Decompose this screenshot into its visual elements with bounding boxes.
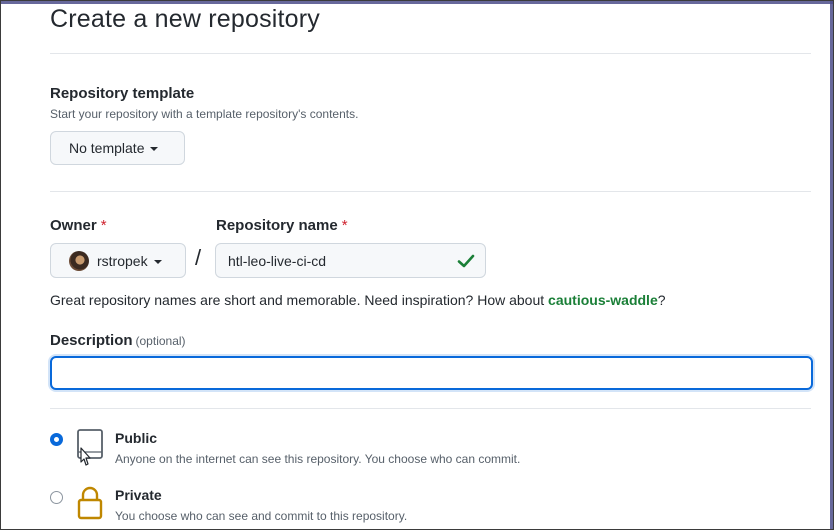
owner-label: Owner * — [50, 217, 107, 234]
template-label: Repository template — [50, 85, 195, 102]
visibility-private-description: You choose who can see and commit to thi… — [115, 509, 408, 523]
divider-description — [50, 408, 811, 409]
repo-name-suggestion-link[interactable]: cautious-waddle — [548, 292, 658, 308]
template-description: Start your repository with a template re… — [50, 107, 359, 121]
repo-icon — [77, 429, 103, 466]
repo-name-hint-suffix: ? — [657, 292, 666, 308]
visibility-public-radio[interactable] — [50, 433, 63, 446]
repo-name-label: Repository name * — [216, 217, 348, 234]
description-label-text: Description — [50, 332, 133, 349]
owner-repo-separator: / — [195, 245, 202, 270]
owner-required-mark: * — [100, 217, 107, 234]
visibility-private-title: Private — [115, 487, 162, 503]
chevron-down-icon — [150, 147, 159, 151]
repo-name-required-mark: * — [341, 217, 348, 234]
window-right-border — [830, 1, 833, 529]
chevron-down-icon — [153, 259, 162, 264]
visibility-private-radio[interactable] — [50, 491, 63, 504]
repo-name-label-text: Repository name — [216, 217, 338, 234]
visibility-public-description: Anyone on the internet can see this repo… — [115, 452, 521, 466]
description-label: Description (optional) — [50, 332, 186, 349]
window-frame: Create a new repository Repository templ… — [0, 0, 834, 530]
visibility-public-title: Public — [115, 430, 158, 446]
repo-name-hint-text: Great repository names are short and mem… — [50, 292, 549, 308]
window-top-border — [1, 1, 833, 4]
check-icon — [457, 254, 475, 268]
repo-name-input[interactable]: htl-leo-live-ci-cd — [215, 243, 486, 278]
description-optional-label: (optional) — [135, 334, 186, 348]
lock-icon — [77, 486, 103, 520]
divider-header — [50, 53, 811, 54]
repo-name-input-value: htl-leo-live-ci-cd — [228, 252, 327, 269]
template-select-button[interactable]: No template — [50, 131, 185, 165]
page-title: Create a new repository — [50, 5, 321, 33]
description-input[interactable] — [50, 356, 813, 390]
template-select-label: No template — [69, 140, 145, 156]
avatar — [69, 250, 89, 271]
repo-name-hint: Great repository names are short and mem… — [50, 292, 666, 308]
owner-select-button[interactable]: rstropek — [50, 243, 186, 278]
owner-label-text: Owner — [50, 217, 97, 234]
divider-template — [50, 191, 811, 192]
owner-select-label: rstropek — [97, 252, 148, 269]
